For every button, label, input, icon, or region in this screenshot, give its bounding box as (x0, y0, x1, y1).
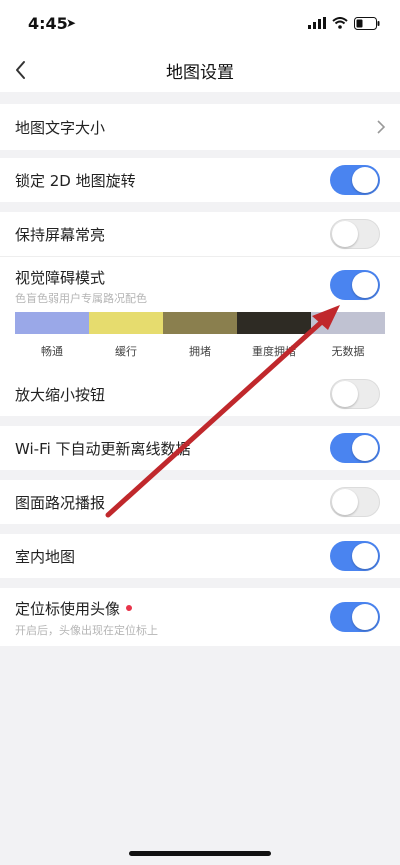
avatar-marker-toggle[interactable] (330, 602, 380, 632)
setting-label: 定位标使用头像 (15, 600, 121, 618)
setting-row-wifi-update: Wi-Fi 下自动更新离线数据 (0, 426, 400, 470)
setting-label: 视觉障碍模式 (15, 269, 106, 287)
home-indicator (129, 851, 271, 856)
traffic-legend-bar (15, 312, 385, 334)
legend-label: 无数据 (331, 345, 365, 358)
legend-swatch-clear (15, 312, 89, 334)
legend-label: 畅通 (41, 345, 63, 358)
keep-screen-toggle[interactable] (330, 219, 380, 249)
status-time: 4:45 (28, 14, 68, 33)
chevron-right-icon (377, 120, 386, 134)
battery-icon (354, 16, 380, 30)
setting-label: 室内地图 (15, 548, 76, 566)
setting-row-avatar-marker: 定位标使用头像 开启后，头像出现在定位标上 (0, 588, 400, 646)
setting-row-keep-screen: 保持屏幕常亮 (0, 212, 400, 256)
setting-row-font-size[interactable]: 地图文字大小 (0, 104, 400, 150)
signal-icon (308, 17, 326, 29)
status-bar: 4:45 ➤ (0, 0, 400, 48)
setting-label-wrap: 定位标使用头像 (15, 598, 133, 619)
wifi-update-toggle[interactable] (330, 433, 380, 463)
legend-label: 重度拥堵 (252, 345, 296, 358)
legend-label: 缓行 (115, 345, 137, 358)
page-title: 地图设置 (166, 63, 234, 83)
setting-row-indoor-map: 室内地图 (0, 534, 400, 578)
setting-sublabel: 色盲色弱用户专属路况配色 (15, 292, 147, 305)
zoom-buttons-toggle[interactable] (330, 379, 380, 409)
setting-row-lock-2d: 锁定 2D 地图旋转 (0, 158, 400, 202)
nav-bar: 地图设置 (0, 48, 400, 92)
setting-label: 放大缩小按钮 (15, 386, 106, 404)
setting-row-traffic-broadcast: 图面路况播报 (0, 480, 400, 524)
legend-swatch-heavy (237, 312, 311, 334)
setting-label: Wi-Fi 下自动更新离线数据 (15, 440, 191, 458)
setting-row-zoom-buttons: 放大缩小按钮 (0, 370, 400, 416)
location-arrow-icon: ➤ (66, 16, 77, 30)
new-badge-dot (126, 604, 133, 611)
setting-label: 锁定 2D 地图旋转 (15, 172, 136, 190)
visual-impairment-toggle[interactable] (330, 270, 380, 300)
legend-swatch-slow (89, 312, 163, 334)
setting-label: 保持屏幕常亮 (15, 226, 106, 244)
lock-2d-toggle[interactable] (330, 165, 380, 195)
setting-label: 图面路况播报 (15, 494, 106, 512)
legend-swatch-congested (163, 312, 237, 334)
status-icons (308, 15, 380, 31)
setting-sublabel: 开启后，头像出现在定位标上 (15, 624, 158, 637)
indoor-map-toggle[interactable] (330, 541, 380, 571)
legend-label: 拥堵 (189, 345, 211, 358)
traffic-broadcast-toggle[interactable] (330, 487, 380, 517)
wifi-icon (332, 17, 348, 29)
setting-row-visual-impairment: 视觉障碍模式 色盲色弱用户专属路况配色 畅通 缓行 拥堵 重度拥堵 无数据 (0, 256, 400, 370)
setting-label: 地图文字大小 (15, 119, 106, 137)
traffic-legend-labels: 畅通 缓行 拥堵 重度拥堵 无数据 (15, 343, 385, 359)
legend-swatch-nodata (311, 312, 385, 334)
